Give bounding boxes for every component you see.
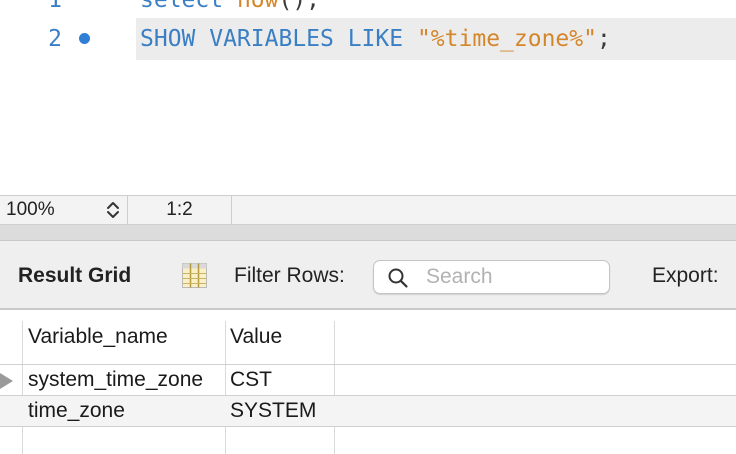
cell-value[interactable]: SYSTEM <box>230 399 316 423</box>
code-token: "%time_zone%" <box>416 26 597 52</box>
column-header-value[interactable]: Value <box>230 325 282 349</box>
code-line-2[interactable]: 2 SHOW VARIABLES LIKE "%time_zone%"; <box>0 18 736 60</box>
code-token: now <box>236 0 279 13</box>
search-input[interactable] <box>426 264 604 290</box>
result-grid-icon[interactable] <box>181 262 208 289</box>
result-toolbar: Result Grid Filter Rows: Export: <box>0 241 736 310</box>
code-token: SHOW VARIABLES LIKE <box>140 26 417 52</box>
table-row[interactable]: system_time_zone CST <box>0 365 736 395</box>
row-separator <box>0 426 736 427</box>
search-icon <box>388 268 408 288</box>
line-number: 2 <box>48 26 62 52</box>
code-text[interactable]: SHOW VARIABLES LIKE "%time_zone%"; <box>140 18 611 60</box>
sql-editor[interactable]: 1 select now(); 2 SHOW VARIABLES LIKE "%… <box>0 0 736 195</box>
cell-value[interactable]: CST <box>230 368 272 392</box>
code-token: ; <box>596 26 611 52</box>
row-marker-icon <box>0 373 13 389</box>
filter-rows-label: Filter Rows: <box>234 264 345 287</box>
cell-variable-name[interactable]: system_time_zone <box>28 368 203 392</box>
result-grid-title: Result Grid <box>18 264 132 287</box>
search-box[interactable] <box>373 260 610 294</box>
code-token: (); <box>278 0 321 13</box>
editor-status-bar: 100% 1:2 <box>0 195 736 225</box>
pane-splitter[interactable] <box>0 225 736 241</box>
zoom-value: 100% <box>6 199 55 220</box>
zoom-select[interactable]: 100% <box>0 196 128 224</box>
table-row[interactable]: time_zone SYSTEM <box>0 396 736 426</box>
code-token: select <box>140 0 237 13</box>
result-grid[interactable]: Variable_name Value system_time_zone CST… <box>0 311 736 454</box>
column-header-variable-name[interactable]: Variable_name <box>28 325 168 349</box>
export-label: Export: <box>652 264 719 287</box>
cursor-position: 1:2 <box>128 196 232 224</box>
breakpoint-dot-icon[interactable] <box>79 33 90 44</box>
stepper-icon[interactable] <box>104 199 122 221</box>
cell-variable-name[interactable]: time_zone <box>28 399 125 423</box>
